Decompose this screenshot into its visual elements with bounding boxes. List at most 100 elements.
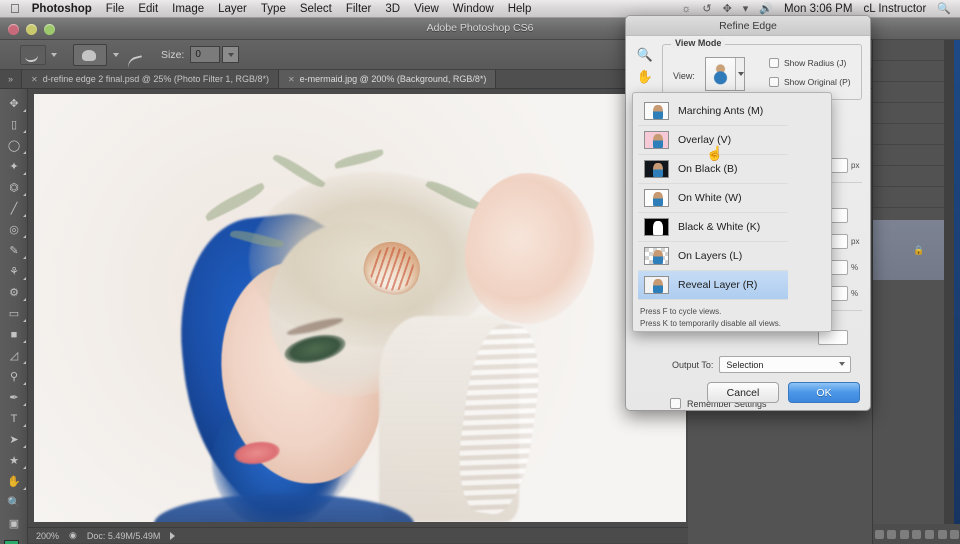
brightness-icon[interactable]: ☼: [681, 3, 691, 15]
wifi-icon[interactable]: ▾: [743, 2, 749, 15]
adjustment-layer-icon[interactable]: [912, 529, 922, 539]
tool-preset-picker[interactable]: [20, 44, 46, 65]
healing-brush-tool[interactable]: ◎: [0, 219, 28, 240]
menu-bar-clock[interactable]: Mon 3:06 PM: [784, 3, 852, 15]
eyedropper-tool[interactable]: ╱: [0, 198, 28, 219]
menu-item-label: Reveal Layer (R): [678, 279, 758, 291]
hand-tool-icon[interactable]: ✋: [634, 66, 656, 88]
checkbox-box[interactable]: [769, 77, 779, 87]
menu-item-help[interactable]: Help: [508, 3, 532, 15]
table-row[interactable]: [873, 103, 945, 124]
menu-item-file[interactable]: File: [106, 3, 125, 15]
checkbox-box[interactable]: [769, 58, 779, 68]
quick-selection-tool[interactable]: ✦: [0, 156, 28, 177]
size-input[interactable]: 0: [190, 46, 221, 63]
delete-layer-icon[interactable]: [950, 529, 960, 539]
bluetooth-icon[interactable]: ✥: [723, 2, 732, 15]
menu-item-marching-ants[interactable]: Marching Ants (M): [638, 97, 788, 126]
hand-tool[interactable]: ✋: [0, 471, 28, 492]
brush-tool[interactable]: ✎: [0, 240, 28, 261]
brush-chevron-down-icon[interactable]: [113, 52, 119, 57]
shape-tool[interactable]: ★: [0, 450, 28, 471]
menu-item-photoshop[interactable]: Photoshop: [32, 3, 92, 15]
image-canvas[interactable]: M: [34, 94, 686, 522]
menu-item-window[interactable]: Window: [453, 3, 494, 15]
document-area: M: [28, 89, 688, 531]
show-original-checkbox[interactable]: Show Original (P): [769, 77, 851, 87]
layer-style-icon[interactable]: [887, 529, 897, 539]
close-icon[interactable]: ✕: [31, 75, 38, 84]
pen-tool[interactable]: ✒: [0, 387, 28, 408]
color-swatches[interactable]: [4, 540, 26, 544]
spotlight-search-icon[interactable]: 🔍: [937, 2, 951, 15]
dodge-tool[interactable]: ⚲: [0, 366, 28, 387]
menu-item-layer[interactable]: Layer: [218, 3, 247, 15]
link-layers-icon[interactable]: [874, 529, 884, 539]
menu-item-view[interactable]: View: [414, 3, 439, 15]
marquee-tool[interactable]: ▯: [0, 114, 28, 135]
show-original-label: Show Original (P): [784, 77, 851, 87]
move-tool[interactable]: ✥: [0, 93, 28, 114]
amount-input[interactable]: [818, 330, 848, 345]
document-tab-mermaid[interactable]: ✕ e-mermaid.jpg @ 200% (Background, RGB/…: [278, 70, 497, 88]
close-icon[interactable]: ✕: [288, 75, 295, 84]
layers-panel[interactable]: 🔒: [873, 40, 945, 544]
new-group-icon[interactable]: [925, 529, 935, 539]
lock-icon: 🔒: [913, 245, 925, 255]
table-row[interactable]: [873, 61, 945, 82]
volume-icon[interactable]: 🔊: [759, 2, 773, 15]
table-row[interactable]: [873, 187, 945, 208]
selected-layer-row[interactable]: [873, 220, 945, 280]
layer-mask-icon[interactable]: [899, 529, 909, 539]
menu-item-reveal-layer[interactable]: Reveal Layer (R): [638, 271, 788, 300]
blur-tool[interactable]: ◿: [0, 345, 28, 366]
size-stepper[interactable]: [222, 46, 240, 63]
foreground-color-swatch[interactable]: [4, 540, 19, 544]
new-layer-icon[interactable]: [937, 529, 947, 539]
checkbox-box[interactable]: [670, 398, 681, 409]
table-row[interactable]: [873, 124, 945, 145]
lasso-tool[interactable]: ◯: [0, 135, 28, 156]
menu-item-select[interactable]: Select: [300, 3, 332, 15]
clone-stamp-tool[interactable]: ⚘: [0, 261, 28, 282]
zoom-tool[interactable]: 🔍: [0, 492, 28, 513]
crop-tool[interactable]: ⏣: [0, 177, 28, 198]
menu-bar-user[interactable]: cL Instructor: [863, 3, 926, 15]
zoom-tool-icon[interactable]: 🔍: [634, 44, 656, 66]
zoom-level[interactable]: 200%: [36, 531, 59, 541]
table-row[interactable]: [873, 145, 945, 166]
history-brush-tool[interactable]: ⚙: [0, 282, 28, 303]
unit-px: px: [851, 161, 860, 170]
menu-item-black-and-white[interactable]: Black & White (K): [638, 213, 788, 242]
document-tab-refine-edge[interactable]: ✕ d-refine edge 2 final.psd @ 25% (Photo…: [22, 70, 279, 88]
menu-item-edit[interactable]: Edit: [138, 3, 158, 15]
show-radius-checkbox[interactable]: Show Radius (J): [769, 58, 846, 68]
collapse-panel-arrows-icon[interactable]: »: [0, 70, 22, 88]
quick-mask-icon[interactable]: ▣: [0, 513, 28, 534]
menu-item-type[interactable]: Type: [261, 3, 286, 15]
menu-item-on-layers[interactable]: On Layers (L): [638, 242, 788, 271]
chevron-down-icon[interactable]: [735, 58, 744, 90]
type-tool[interactable]: T: [0, 408, 28, 429]
eraser-tool[interactable]: ▭: [0, 303, 28, 324]
amount-field-row[interactable]: [818, 330, 848, 345]
status-menu-arrow-icon[interactable]: [170, 531, 176, 540]
table-row[interactable]: [873, 82, 945, 103]
menu-item-on-white[interactable]: On White (W): [638, 184, 788, 213]
output-to-select[interactable]: Selection: [719, 356, 852, 373]
menu-item-image[interactable]: Image: [172, 3, 204, 15]
desktop-edge: [954, 40, 960, 544]
gradient-tool[interactable]: ■: [0, 324, 28, 345]
time-machine-icon[interactable]: ↺: [702, 2, 711, 15]
tool-preset-chevron-down-icon[interactable]: [51, 52, 57, 57]
cancel-button[interactable]: Cancel: [707, 382, 779, 403]
view-mode-picker[interactable]: [705, 57, 745, 91]
menu-item-3d[interactable]: 3D: [385, 3, 400, 15]
apple-icon[interactable]: : [10, 2, 20, 15]
menu-item-label: Overlay (V): [678, 134, 732, 146]
path-selection-tool[interactable]: ➤: [0, 429, 28, 450]
table-row[interactable]: [873, 166, 945, 187]
brush-preset-picker[interactable]: [73, 43, 107, 66]
ok-button[interactable]: OK: [788, 382, 860, 403]
menu-item-filter[interactable]: Filter: [346, 3, 372, 15]
